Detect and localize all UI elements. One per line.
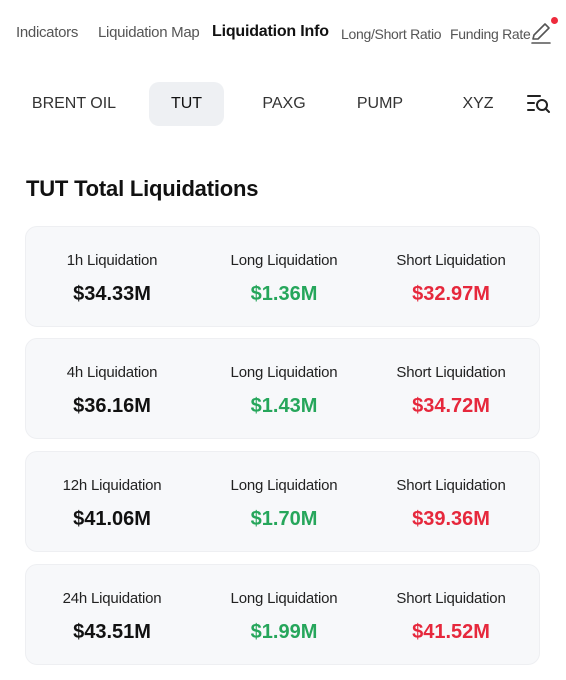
tab-indicators[interactable]: Indicators: [16, 24, 78, 41]
long-label: Long Liquidation: [230, 364, 338, 381]
short-label: Short Liquidation: [396, 252, 506, 269]
long-label: Long Liquidation: [230, 590, 338, 607]
symbol-tab-pump[interactable]: PUMP: [344, 82, 416, 126]
short-cell: Short Liquidation $39.36M: [365, 452, 537, 551]
section-title: TUT Total Liquidations: [26, 176, 259, 201]
total-cell: 12h Liquidation $41.06M: [26, 452, 198, 551]
symbol-tab-brent-oil[interactable]: BRENT OIL: [22, 82, 126, 126]
long-value: $1.70M: [250, 508, 318, 530]
long-value: $1.99M: [250, 621, 318, 643]
long-label: Long Liquidation: [230, 252, 338, 269]
long-label: Long Liquidation: [230, 477, 338, 494]
short-value: $34.72M: [412, 395, 490, 417]
total-value: $41.06M: [73, 508, 151, 530]
period-label: 4h Liquidation: [66, 364, 158, 381]
symbol-tab-label: BRENT OIL: [31, 95, 117, 112]
total-cell: 1h Liquidation $34.33M: [26, 227, 198, 326]
long-cell: Long Liquidation $1.43M: [198, 339, 370, 438]
long-value: $1.36M: [250, 283, 318, 305]
period-label: 12h Liquidation: [62, 477, 162, 494]
tab-liquidation-info[interactable]: Liquidation Info: [212, 23, 329, 41]
period-label: 1h Liquidation: [66, 252, 158, 269]
symbol-tab-label: TUT: [170, 95, 203, 112]
total-value: $36.16M: [73, 395, 151, 417]
tab-liquidation-map[interactable]: Liquidation Map: [98, 24, 200, 41]
liquidation-card-1h: 1h Liquidation $34.33M Long Liquidation …: [25, 226, 540, 327]
tab-funding-rate[interactable]: Funding Rate: [450, 26, 531, 42]
symbol-tab-xyz[interactable]: XYZ: [442, 82, 514, 126]
short-value: $39.36M: [412, 508, 490, 530]
liquidation-card-12h: 12h Liquidation $41.06M Long Liquidation…: [25, 451, 540, 552]
short-label: Short Liquidation: [396, 364, 506, 381]
short-value: $41.52M: [412, 621, 490, 643]
notification-dot: [551, 17, 558, 24]
total-value: $43.51M: [73, 621, 151, 643]
short-cell: Short Liquidation $41.52M: [365, 565, 537, 664]
symbol-tab-label: PAXG: [262, 95, 306, 112]
symbol-tab-paxg[interactable]: PAXG: [248, 82, 320, 126]
long-cell: Long Liquidation $1.99M: [198, 565, 370, 664]
symbol-tab-label: PUMP: [356, 95, 404, 112]
top-tab-bar: Indicators Liquidation Map Liquidation I…: [0, 0, 566, 70]
search-list-icon[interactable]: [526, 92, 552, 116]
symbol-tab-label: XYZ: [462, 95, 494, 112]
pencil-icon[interactable]: [528, 20, 554, 46]
total-cell: 24h Liquidation $43.51M: [26, 565, 198, 664]
long-cell: Long Liquidation $1.36M: [198, 227, 370, 326]
short-cell: Short Liquidation $32.97M: [365, 227, 537, 326]
long-cell: Long Liquidation $1.70M: [198, 452, 370, 551]
period-label: 24h Liquidation: [62, 590, 162, 607]
liquidation-card-24h: 24h Liquidation $43.51M Long Liquidation…: [25, 564, 540, 665]
short-label: Short Liquidation: [396, 590, 506, 607]
tab-long-short-ratio[interactable]: Long/Short Ratio: [341, 26, 442, 42]
total-value: $34.33M: [73, 283, 151, 305]
short-label: Short Liquidation: [396, 477, 506, 494]
short-cell: Short Liquidation $34.72M: [365, 339, 537, 438]
symbol-tab-tut[interactable]: TUT: [149, 82, 224, 126]
liquidation-card-4h: 4h Liquidation $36.16M Long Liquidation …: [25, 338, 540, 439]
short-value: $32.97M: [412, 283, 490, 305]
long-value: $1.43M: [250, 395, 318, 417]
total-cell: 4h Liquidation $36.16M: [26, 339, 198, 438]
